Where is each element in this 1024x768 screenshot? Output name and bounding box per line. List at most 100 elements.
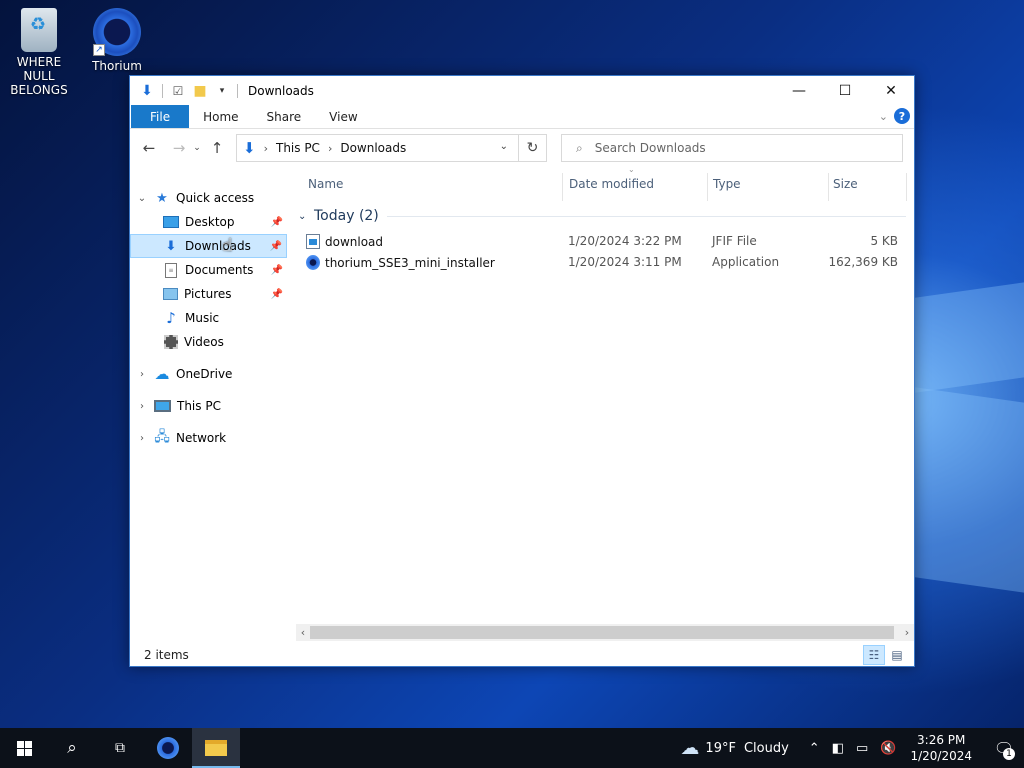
group-divider	[386, 215, 906, 217]
recent-locations-chevron-icon[interactable]: ⌄	[190, 143, 204, 153]
breadcrumb-separator-icon[interactable]: ›	[328, 142, 332, 155]
help-icon[interactable]: ?	[894, 108, 910, 124]
task-view-icon[interactable]: ⧉	[96, 728, 144, 768]
file-type: JFIF File	[712, 234, 757, 248]
nav-item-this-pc[interactable]: › This PC	[130, 394, 287, 418]
properties-checkbox-icon[interactable]: ☑	[169, 82, 187, 100]
nav-quick-access[interactable]: ⌄ ★ Quick access	[130, 186, 287, 210]
navigation-pane: ⌄ ★ Quick access Desktop 📌 ⬇ Downloads 📌…	[130, 167, 290, 633]
nav-item-downloads[interactable]: ⬇ Downloads 📌	[130, 234, 287, 258]
start-button[interactable]	[0, 728, 48, 768]
weather-temperature: 19°F	[705, 740, 736, 756]
close-button[interactable]: ✕	[868, 76, 914, 105]
wallpaper-pane	[915, 282, 1024, 393]
new-folder-icon[interactable]: ■	[191, 82, 209, 100]
search-box[interactable]: ⌕	[561, 134, 903, 162]
details-view-icon[interactable]: ☷	[863, 645, 885, 665]
clock[interactable]: 3:26 PM 1/20/2024	[910, 732, 972, 764]
taskbar-thorium-button[interactable]	[144, 728, 192, 768]
maximize-button[interactable]: ☐	[822, 76, 868, 105]
jfif-file-icon	[306, 234, 320, 249]
computer-icon	[154, 400, 171, 412]
column-header-type[interactable]: Type	[713, 167, 828, 201]
pin-icon[interactable]: 📌	[271, 217, 283, 228]
horizontal-scrollbar[interactable]: ‹ ›	[296, 624, 914, 641]
collapse-chevron-icon[interactable]: ⌄	[136, 193, 148, 204]
pin-icon[interactable]: 📌	[270, 241, 282, 252]
nav-label: Quick access	[176, 191, 255, 205]
file-row[interactable]: thorium_SSE3_mini_installer 1/20/2024 3:…	[306, 252, 906, 273]
thorium-browser-icon: ↗	[93, 8, 141, 56]
toolbar-divider	[237, 83, 238, 98]
expand-ribbon-chevron-icon[interactable]: ⌄	[879, 110, 888, 123]
scrollbar-thumb[interactable]	[310, 626, 894, 639]
address-history-chevron-icon[interactable]: ⌄	[500, 141, 508, 152]
column-divider[interactable]	[828, 173, 829, 201]
expand-chevron-icon[interactable]: ›	[136, 401, 148, 412]
up-arrow-icon[interactable]: ↑	[206, 139, 228, 157]
show-hidden-icons-chevron-icon[interactable]: ⌃	[809, 741, 820, 756]
ribbon-right-controls: ⌄ ?	[879, 108, 910, 124]
nav-item-music[interactable]: ♪ Music	[130, 306, 287, 330]
column-divider[interactable]	[906, 173, 907, 201]
desktop-icon	[163, 216, 179, 228]
large-icons-view-icon[interactable]: ▤	[886, 645, 908, 665]
customize-toolbar-chevron-icon[interactable]: ▾	[213, 82, 231, 100]
network-status-icon[interactable]: ▭	[856, 741, 868, 756]
notification-center-button[interactable]: 🗨 1	[984, 728, 1024, 768]
search-input[interactable]	[594, 141, 875, 155]
file-name: thorium_SSE3_mini_installer	[325, 255, 495, 270]
nav-item-onedrive[interactable]: › ☁ OneDrive	[130, 362, 287, 386]
item-count: 2 items	[144, 648, 189, 662]
breadcrumb-separator-icon[interactable]: ›	[264, 142, 268, 155]
file-explorer-folder-icon	[205, 740, 227, 756]
pin-icon[interactable]: 📌	[271, 289, 283, 300]
scroll-right-arrow-icon[interactable]: ›	[900, 624, 914, 641]
tab-file[interactable]: File	[131, 105, 190, 128]
expand-chevron-icon[interactable]: ›	[136, 369, 148, 380]
navigation-bar: ← → ⌄ ↑ ⬇ › This PC › Downloads ⌄ ↻ ⌕	[130, 129, 914, 167]
column-header-name[interactable]: Name	[308, 167, 560, 201]
meet-now-icon[interactable]: ◧	[832, 741, 844, 756]
toolbar-divider	[162, 83, 163, 98]
forward-arrow-icon[interactable]: →	[168, 139, 190, 157]
tab-share[interactable]: Share	[253, 105, 316, 128]
breadcrumb-this-pc[interactable]: This PC	[276, 141, 320, 155]
tab-home[interactable]: Home	[189, 105, 252, 128]
pin-icon[interactable]: 📌	[271, 265, 283, 276]
expand-chevron-icon[interactable]: ›	[136, 433, 148, 444]
nav-item-desktop[interactable]: Desktop 📌	[130, 210, 287, 234]
weather-widget[interactable]: ☁ 19°F Cloudy	[680, 737, 788, 759]
search-icon[interactable]: ⌕	[48, 728, 96, 768]
column-divider[interactable]	[562, 173, 563, 201]
nav-label: This PC	[177, 399, 221, 413]
back-arrow-icon[interactable]: ←	[138, 139, 160, 157]
volume-muted-icon[interactable]: 🔇	[880, 741, 896, 756]
nav-item-videos[interactable]: Videos	[130, 330, 287, 354]
nav-item-documents[interactable]: ≡ Documents 📌	[130, 258, 287, 282]
file-name-cell: download	[306, 234, 383, 249]
taskbar-file-explorer-button[interactable]	[192, 728, 240, 768]
desktop-icon-recycle-bin[interactable]: WHERE NULL BELONGS	[0, 8, 78, 97]
title-bar[interactable]: ⬇ ☑ ■ ▾ Downloads — ☐ ✕	[130, 76, 914, 105]
desktop-icon-thorium[interactable]: ↗ Thorium	[78, 8, 156, 73]
refresh-icon[interactable]: ↻	[518, 135, 546, 161]
tab-view[interactable]: View	[315, 105, 371, 128]
group-header-today[interactable]: ⌄ Today (2)	[296, 206, 906, 226]
downloads-icon: ⬇	[165, 238, 177, 254]
system-tray: ☁ 19°F Cloudy ⌃ ◧ ▭ 🔇 3:26 PM 1/20/2024 …	[680, 728, 1024, 768]
group-collapse-chevron-icon[interactable]: ⌄	[298, 211, 312, 222]
recycle-bin-icon	[21, 8, 57, 52]
minimize-button[interactable]: —	[776, 76, 822, 105]
cloud-icon: ☁	[154, 365, 170, 383]
file-row[interactable]: download 1/20/2024 3:22 PM JFIF File 5 K…	[306, 231, 906, 252]
column-divider[interactable]	[707, 173, 708, 201]
address-bar[interactable]: ⬇ › This PC › Downloads ⌄ ↻	[236, 134, 547, 162]
column-header-size[interactable]: Size	[833, 167, 903, 201]
scroll-left-arrow-icon[interactable]: ‹	[296, 624, 310, 641]
breadcrumb-downloads[interactable]: Downloads	[340, 141, 406, 155]
nav-item-pictures[interactable]: Pictures 📌	[130, 282, 287, 306]
notification-badge: 1	[1003, 748, 1015, 760]
column-header-date-modified[interactable]: Date modified	[569, 167, 707, 201]
nav-item-network[interactable]: › 🖧 Network	[130, 426, 287, 450]
